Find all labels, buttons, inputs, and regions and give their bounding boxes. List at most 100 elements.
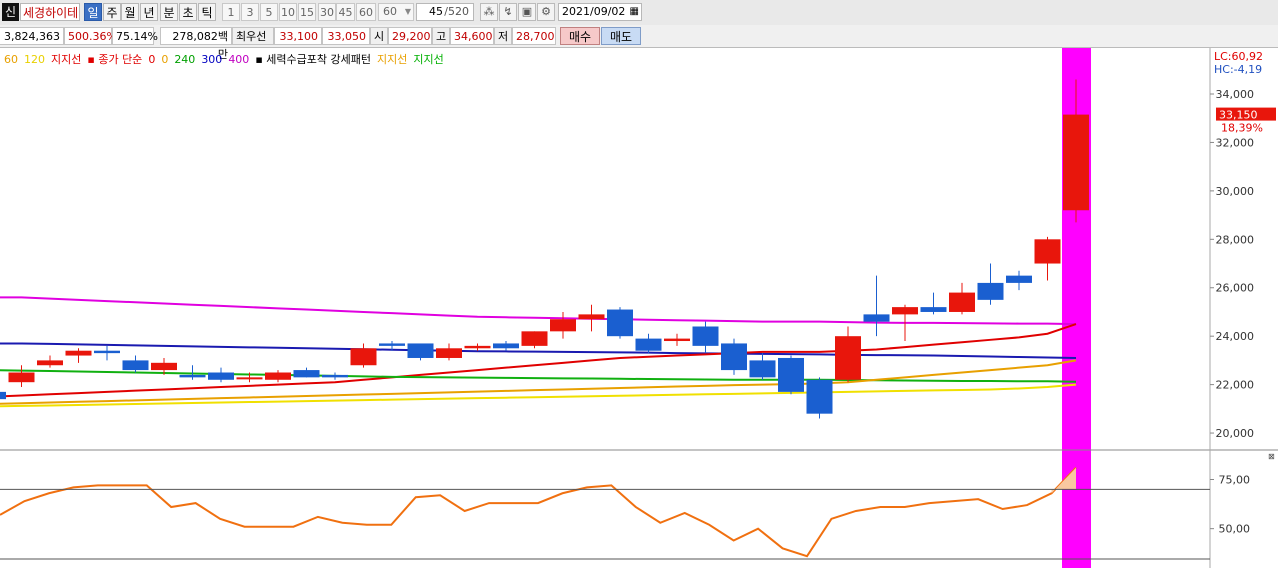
calendar-icon[interactable]: ▦ bbox=[630, 4, 639, 20]
interval-30-button[interactable]: 30 bbox=[318, 3, 336, 21]
candle-body bbox=[1034, 239, 1061, 264]
save-icon[interactable]: ▣ bbox=[518, 3, 536, 21]
interval-10-button[interactable]: 10 bbox=[279, 3, 297, 21]
candle-body bbox=[749, 360, 776, 378]
candle-body bbox=[407, 343, 434, 358]
buy-button[interactable]: 매수 bbox=[560, 27, 600, 45]
candle-body bbox=[236, 377, 263, 380]
period-0-button[interactable]: 일 bbox=[84, 3, 102, 21]
price-tick-label: 20,000 bbox=[1216, 427, 1255, 440]
candle-body bbox=[179, 374, 206, 378]
candle-body bbox=[493, 343, 519, 349]
candle-body bbox=[778, 357, 804, 392]
osc-tick-label: 75,00 bbox=[1219, 474, 1251, 487]
candle-body bbox=[835, 336, 861, 380]
interval-dropdown[interactable]: 60 ▼ bbox=[378, 3, 414, 21]
candle-body bbox=[65, 350, 92, 356]
price-tick-label: 32,000 bbox=[1216, 136, 1255, 149]
low-value: 28,700 bbox=[512, 27, 556, 45]
candle-body bbox=[37, 360, 63, 366]
candle-body bbox=[350, 348, 377, 366]
chevron-down-icon: ▼ bbox=[404, 7, 411, 16]
candle-body bbox=[977, 282, 1004, 300]
date-value: 2021/09/02 bbox=[562, 5, 626, 18]
volume-value: 3,824,363 bbox=[0, 27, 64, 45]
current-change-text: 18,39% bbox=[1221, 122, 1263, 135]
date-field[interactable]: 2021/09/02 ▦ bbox=[558, 3, 642, 21]
settings-icon[interactable]: ⚙ bbox=[537, 3, 555, 21]
quote-bar: 3,824,363 500.36% 75.14% 278,082백만 최우선 3… bbox=[0, 25, 1278, 61]
oscillator-line bbox=[0, 467, 1077, 558]
price-tick-label: 26,000 bbox=[1216, 282, 1255, 295]
candle-body bbox=[521, 331, 548, 346]
candle-body bbox=[436, 348, 462, 358]
interval-5-button[interactable]: 5 bbox=[260, 3, 278, 21]
candle-body bbox=[920, 307, 947, 312]
interval-15-button[interactable]: 15 bbox=[298, 3, 316, 21]
candle-body bbox=[379, 343, 405, 346]
interval-3-button[interactable]: 3 bbox=[241, 3, 259, 21]
price-tick-label: 30,000 bbox=[1216, 185, 1255, 198]
period-5-button[interactable]: 초 bbox=[179, 3, 197, 21]
count-value: 45 bbox=[429, 5, 443, 18]
count-total: /520 bbox=[444, 5, 469, 18]
count-input[interactable]: 45 /520 bbox=[416, 3, 474, 21]
candle-body bbox=[208, 372, 234, 380]
amount-value: 278,082백만 bbox=[160, 27, 232, 61]
candle-body bbox=[8, 372, 35, 383]
high-label: 고 bbox=[432, 27, 450, 45]
high-value: 34,600 bbox=[450, 27, 494, 45]
price-chart[interactable]: 34,000 32,000 30,000 28,000 26,000 24,000 22,0… bbox=[0, 48, 1278, 568]
candle-body bbox=[293, 370, 320, 378]
app-icon[interactable]: 신 bbox=[2, 3, 19, 21]
candle-body bbox=[122, 360, 149, 371]
interval-45-button[interactable]: 45 bbox=[336, 3, 355, 21]
period-6-button[interactable]: 틱 bbox=[198, 3, 216, 21]
price-tick-label: 22,000 bbox=[1216, 379, 1255, 392]
candle-body bbox=[806, 379, 833, 414]
price-tick-label: 34,000 bbox=[1216, 88, 1255, 101]
candle-body bbox=[1006, 275, 1032, 283]
price-tick-label: 24,000 bbox=[1216, 330, 1255, 343]
low-label: 저 bbox=[494, 27, 512, 45]
period-4-button[interactable]: 분 bbox=[160, 3, 178, 21]
interval-60-button[interactable]: 60 bbox=[356, 3, 376, 21]
interval-dropdown-value: 60 bbox=[383, 5, 397, 18]
toolbar-top: 신 세경하이테 일주월년분초틱 1 3 5 10 15 30 45 60 60 ▼ 45 /5… bbox=[0, 0, 1278, 26]
chart-link-icon[interactable]: ⁂ bbox=[480, 3, 498, 21]
rate1-value: 500.36% bbox=[64, 27, 117, 45]
period-2-button[interactable]: 월 bbox=[121, 3, 139, 21]
current-price-text: 33,150 bbox=[1219, 109, 1258, 122]
candle-body bbox=[1063, 114, 1089, 211]
candle-body bbox=[550, 319, 576, 332]
best-label: 최우선 bbox=[232, 27, 274, 45]
candle-body bbox=[94, 350, 120, 354]
interval-1-button[interactable]: 1 bbox=[222, 3, 240, 21]
best-bid: 33,050 bbox=[322, 27, 370, 45]
candle-body bbox=[949, 292, 975, 312]
candle-body bbox=[578, 314, 605, 320]
draw-tool-icon[interactable]: ↯ bbox=[499, 3, 517, 21]
open-label: 시 bbox=[370, 27, 388, 45]
period-1-button[interactable]: 주 bbox=[103, 3, 121, 21]
stock-name-field[interactable]: 세경하이테 bbox=[20, 3, 80, 21]
candle-body bbox=[692, 326, 719, 346]
period-3-button[interactable]: 년 bbox=[140, 3, 158, 21]
candle-body bbox=[464, 345, 491, 349]
candle-body bbox=[265, 372, 291, 380]
ma-line-120 bbox=[0, 383, 1077, 408]
rate2-value: 75.14% bbox=[112, 27, 158, 45]
candle-body bbox=[721, 343, 747, 371]
candle-body bbox=[863, 314, 890, 322]
candle-body bbox=[607, 309, 633, 337]
osc-tick-label: 50,00 bbox=[1219, 523, 1251, 536]
candle-body bbox=[892, 307, 918, 315]
candle-body bbox=[0, 391, 6, 400]
open-value: 29,200 bbox=[388, 27, 432, 45]
candle-body bbox=[322, 374, 348, 378]
candle-body bbox=[151, 362, 177, 371]
osc-collapse-icon: ⊠ bbox=[1268, 452, 1275, 461]
best-ask: 33,100 bbox=[274, 27, 322, 45]
price-tick-label: 28,000 bbox=[1216, 233, 1255, 246]
sell-button[interactable]: 매도 bbox=[601, 27, 641, 45]
